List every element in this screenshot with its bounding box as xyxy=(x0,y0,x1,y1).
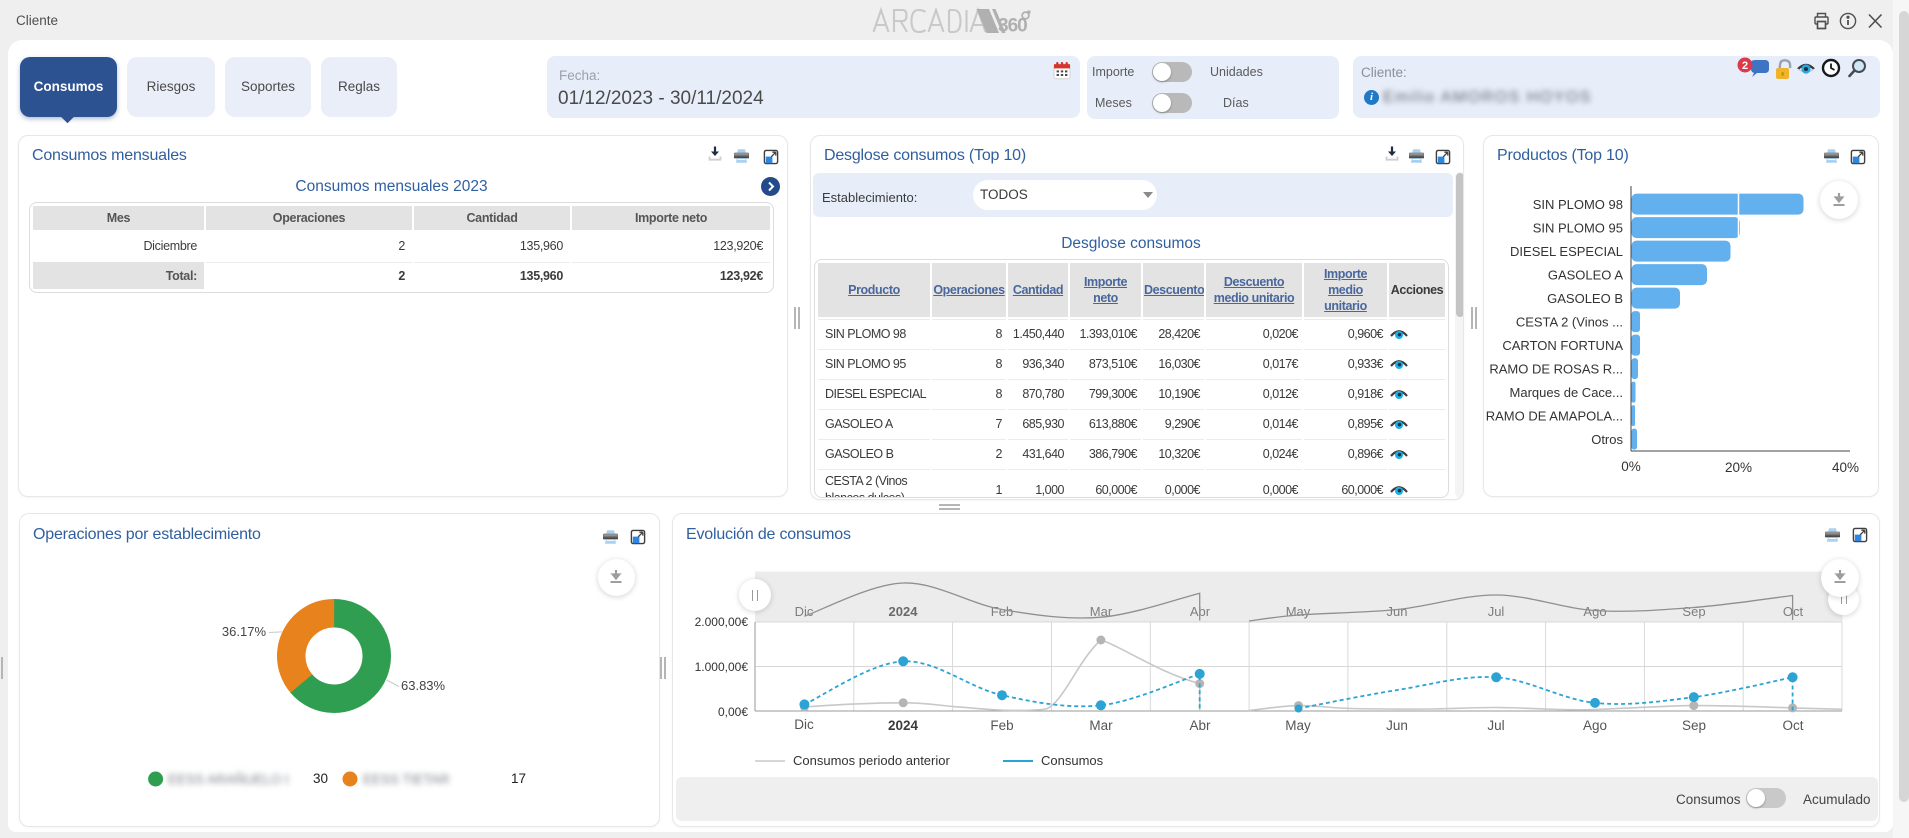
svg-text:36.17%: 36.17% xyxy=(222,624,267,639)
svg-text:Dic: Dic xyxy=(795,604,814,619)
svg-text:Jul: Jul xyxy=(1487,718,1504,733)
svg-text:2.000,00€: 2.000,00€ xyxy=(695,615,749,629)
svg-text:2: 2 xyxy=(1742,60,1748,72)
svg-text:Feb: Feb xyxy=(990,718,1013,733)
svg-text:Sep: Sep xyxy=(1682,718,1706,733)
svg-text:2024: 2024 xyxy=(888,718,919,733)
svg-text:Consumos: Consumos xyxy=(1041,753,1104,768)
svg-text:DIESEL ESPECIAL: DIESEL ESPECIAL xyxy=(1510,244,1623,259)
svg-text:63.83%: 63.83% xyxy=(401,678,446,693)
svg-text:0,00€: 0,00€ xyxy=(718,705,748,719)
svg-text:Consumos periodo anterior: Consumos periodo anterior xyxy=(793,753,950,768)
svg-text:Jul: Jul xyxy=(1488,604,1505,619)
svg-text:0%: 0% xyxy=(1621,459,1641,474)
svg-text:SIN PLOMO 98: SIN PLOMO 98 xyxy=(1533,197,1623,212)
svg-text:May: May xyxy=(1286,604,1311,619)
svg-text:RAMO DE AMAPOLA...: RAMO DE AMAPOLA... xyxy=(1486,409,1623,424)
svg-text:Abr: Abr xyxy=(1189,718,1211,733)
svg-text:Mar: Mar xyxy=(1089,718,1113,733)
svg-text:Oct: Oct xyxy=(1782,718,1803,733)
svg-text:GASOLEO B: GASOLEO B xyxy=(1547,291,1623,306)
svg-text:May: May xyxy=(1285,718,1311,733)
svg-text:40%: 40% xyxy=(1832,460,1859,475)
svg-text:2024: 2024 xyxy=(889,604,919,619)
svg-text:RAMO DE ROSAS R...: RAMO DE ROSAS R... xyxy=(1489,362,1623,377)
svg-text:Marques de Cace...: Marques de Cace... xyxy=(1510,385,1623,400)
svg-text:30: 30 xyxy=(313,771,328,786)
svg-text:Otros: Otros xyxy=(1591,432,1623,447)
svg-text:Ago: Ago xyxy=(1583,718,1607,733)
svg-text:GASOLEO A: GASOLEO A xyxy=(1548,268,1623,283)
svg-text:SIN PLOMO 95: SIN PLOMO 95 xyxy=(1533,221,1623,236)
svg-text:20%: 20% xyxy=(1725,460,1752,475)
svg-text:17: 17 xyxy=(511,771,526,786)
svg-text:1.000,00€: 1.000,00€ xyxy=(695,660,749,674)
svg-text:Jun: Jun xyxy=(1386,718,1408,733)
svg-text:CESTA 2 (Vinos ...: CESTA 2 (Vinos ... xyxy=(1516,315,1623,330)
svg-text:Jun: Jun xyxy=(1387,604,1408,619)
svg-text:CARTON FORTUNA: CARTON FORTUNA xyxy=(1502,338,1623,353)
svg-text:Feb: Feb xyxy=(991,604,1013,619)
svg-text:Dic: Dic xyxy=(794,717,814,732)
